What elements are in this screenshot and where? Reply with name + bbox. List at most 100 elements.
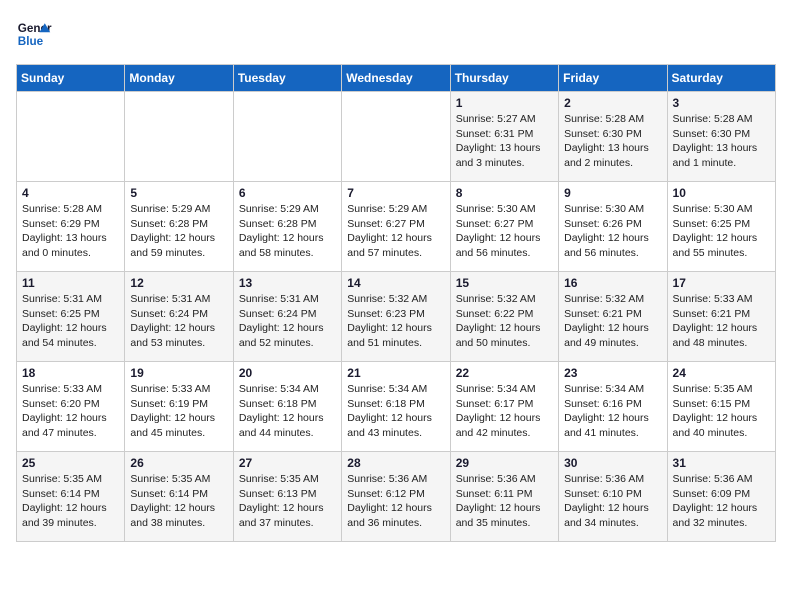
calendar-header-row: SundayMondayTuesdayWednesdayThursdayFrid… [17, 65, 776, 92]
day-number: 18 [22, 366, 119, 380]
day-number: 16 [564, 276, 661, 290]
day-info: Sunrise: 5:28 AMSunset: 6:29 PMDaylight:… [22, 202, 119, 261]
calendar-cell: 14Sunrise: 5:32 AMSunset: 6:23 PMDayligh… [342, 272, 450, 362]
calendar-cell: 8 Sunrise: 5:30 AMSunset: 6:27 PMDaylight… [450, 182, 558, 272]
calendar-table: SundayMondayTuesdayWednesdayThursdayFrid… [16, 64, 776, 542]
day-number: 30 [564, 456, 661, 470]
calendar-cell: 1Sunrise: 5:27 AMSunset: 6:31 PMDaylight… [450, 92, 558, 182]
day-number: 15 [456, 276, 553, 290]
day-info: Sunrise: 5:35 AMSunset: 6:13 PMDaylight:… [239, 472, 336, 531]
calendar-week-row: 25 Sunrise: 5:35 AMSunset: 6:14 PMDayligh… [17, 452, 776, 542]
day-info: Sunrise: 5:35 AMSunset: 6:15 PMDaylight:… [673, 382, 770, 441]
calendar-cell: 29 Sunrise: 5:36 AMSunset: 6:11 PMDayligh… [450, 452, 558, 542]
calendar-cell: 18Sunrise: 5:33 AMSunset: 6:20 PMDayligh… [17, 362, 125, 452]
day-number: 26 [130, 456, 227, 470]
day-info: Sunrise: 5:29 AMSunset: 6:28 PMDaylight:… [130, 202, 227, 261]
day-number: 29 [456, 456, 553, 470]
day-info: Sunrise: 5:36 AMSunset: 6:11 PMDaylight:… [456, 472, 553, 531]
calendar-cell: 22Sunrise: 5:34 AMSunset: 6:17 PMDayligh… [450, 362, 558, 452]
day-number: 27 [239, 456, 336, 470]
calendar-week-row: 4 Sunrise: 5:28 AMSunset: 6:29 PMDaylight… [17, 182, 776, 272]
calendar-cell: 12 Sunrise: 5:31 AMSunset: 6:24 PMDayligh… [125, 272, 233, 362]
day-of-week-header: Thursday [450, 65, 558, 92]
calendar-cell: 24 Sunrise: 5:35 AMSunset: 6:15 PMDayligh… [667, 362, 775, 452]
day-number: 11 [22, 276, 119, 290]
day-info: Sunrise: 5:31 AMSunset: 6:25 PMDaylight:… [22, 292, 119, 351]
calendar-cell: 13Sunrise: 5:31 AMSunset: 6:24 PMDayligh… [233, 272, 341, 362]
day-number: 3 [673, 96, 770, 110]
svg-text:Blue: Blue [18, 35, 44, 48]
calendar-cell [17, 92, 125, 182]
calendar-cell: 19 Sunrise: 5:33 AMSunset: 6:19 PMDayligh… [125, 362, 233, 452]
day-info: Sunrise: 5:36 AMSunset: 6:09 PMDaylight:… [673, 472, 770, 531]
calendar-cell: 23Sunrise: 5:34 AMSunset: 6:16 PMDayligh… [559, 362, 667, 452]
day-info: Sunrise: 5:32 AMSunset: 6:22 PMDaylight:… [456, 292, 553, 351]
day-number: 21 [347, 366, 444, 380]
day-number: 8 [456, 186, 553, 200]
day-number: 19 [130, 366, 227, 380]
calendar-cell: 2 Sunrise: 5:28 AMSunset: 6:30 PMDaylight… [559, 92, 667, 182]
calendar-cell: 26 Sunrise: 5:35 AMSunset: 6:14 PMDayligh… [125, 452, 233, 542]
day-info: Sunrise: 5:31 AMSunset: 6:24 PMDaylight:… [239, 292, 336, 351]
day-number: 23 [564, 366, 661, 380]
day-number: 22 [456, 366, 553, 380]
calendar-cell: 7 Sunrise: 5:29 AMSunset: 6:27 PMDaylight… [342, 182, 450, 272]
day-info: Sunrise: 5:36 AMSunset: 6:12 PMDaylight:… [347, 472, 444, 531]
calendar-cell [125, 92, 233, 182]
day-info: Sunrise: 5:30 AMSunset: 6:27 PMDaylight:… [456, 202, 553, 261]
day-number: 10 [673, 186, 770, 200]
day-info: Sunrise: 5:31 AMSunset: 6:24 PMDaylight:… [130, 292, 227, 351]
calendar-cell: 27 Sunrise: 5:35 AMSunset: 6:13 PMDayligh… [233, 452, 341, 542]
day-number: 17 [673, 276, 770, 290]
day-info: Sunrise: 5:33 AMSunset: 6:21 PMDaylight:… [673, 292, 770, 351]
day-number: 4 [22, 186, 119, 200]
day-number: 28 [347, 456, 444, 470]
day-of-week-header: Friday [559, 65, 667, 92]
day-number: 24 [673, 366, 770, 380]
calendar-cell: 25 Sunrise: 5:35 AMSunset: 6:14 PMDayligh… [17, 452, 125, 542]
day-info: Sunrise: 5:36 AMSunset: 6:10 PMDaylight:… [564, 472, 661, 531]
calendar-cell: 11 Sunrise: 5:31 AMSunset: 6:25 PMDayligh… [17, 272, 125, 362]
day-info: Sunrise: 5:34 AMSunset: 6:18 PMDaylight:… [239, 382, 336, 441]
calendar-cell: 3 Sunrise: 5:28 AMSunset: 6:30 PMDaylight… [667, 92, 775, 182]
day-number: 7 [347, 186, 444, 200]
day-number: 1 [456, 96, 553, 110]
calendar-cell: 20Sunrise: 5:34 AMSunset: 6:18 PMDayligh… [233, 362, 341, 452]
day-number: 12 [130, 276, 227, 290]
day-info: Sunrise: 5:35 AMSunset: 6:14 PMDaylight:… [130, 472, 227, 531]
day-number: 6 [239, 186, 336, 200]
calendar-cell: 16 Sunrise: 5:32 AMSunset: 6:21 PMDayligh… [559, 272, 667, 362]
day-info: Sunrise: 5:28 AMSunset: 6:30 PMDaylight:… [564, 112, 661, 171]
calendar-cell [233, 92, 341, 182]
calendar-cell: 21 Sunrise: 5:34 AMSunset: 6:18 PMDayligh… [342, 362, 450, 452]
day-info: Sunrise: 5:29 AMSunset: 6:27 PMDaylight:… [347, 202, 444, 261]
day-number: 31 [673, 456, 770, 470]
day-info: Sunrise: 5:28 AMSunset: 6:30 PMDaylight:… [673, 112, 770, 171]
calendar-week-row: 1Sunrise: 5:27 AMSunset: 6:31 PMDaylight… [17, 92, 776, 182]
day-number: 5 [130, 186, 227, 200]
day-info: Sunrise: 5:35 AMSunset: 6:14 PMDaylight:… [22, 472, 119, 531]
day-info: Sunrise: 5:30 AMSunset: 6:26 PMDaylight:… [564, 202, 661, 261]
day-info: Sunrise: 5:29 AMSunset: 6:28 PMDaylight:… [239, 202, 336, 261]
day-number: 14 [347, 276, 444, 290]
day-of-week-header: Saturday [667, 65, 775, 92]
calendar-week-row: 18Sunrise: 5:33 AMSunset: 6:20 PMDayligh… [17, 362, 776, 452]
day-of-week-header: Monday [125, 65, 233, 92]
calendar-cell: 9Sunrise: 5:30 AMSunset: 6:26 PMDaylight… [559, 182, 667, 272]
day-info: Sunrise: 5:32 AMSunset: 6:21 PMDaylight:… [564, 292, 661, 351]
calendar-cell: 17 Sunrise: 5:33 AMSunset: 6:21 PMDayligh… [667, 272, 775, 362]
day-info: Sunrise: 5:30 AMSunset: 6:25 PMDaylight:… [673, 202, 770, 261]
day-number: 2 [564, 96, 661, 110]
calendar-cell: 10 Sunrise: 5:30 AMSunset: 6:25 PMDayligh… [667, 182, 775, 272]
calendar-cell: 15 Sunrise: 5:32 AMSunset: 6:22 PMDayligh… [450, 272, 558, 362]
logo: General Blue [16, 16, 52, 52]
calendar-cell: 30 Sunrise: 5:36 AMSunset: 6:10 PMDayligh… [559, 452, 667, 542]
day-of-week-header: Tuesday [233, 65, 341, 92]
day-info: Sunrise: 5:34 AMSunset: 6:18 PMDaylight:… [347, 382, 444, 441]
calendar-cell: 4 Sunrise: 5:28 AMSunset: 6:29 PMDaylight… [17, 182, 125, 272]
calendar-cell [342, 92, 450, 182]
day-number: 25 [22, 456, 119, 470]
day-info: Sunrise: 5:33 AMSunset: 6:19 PMDaylight:… [130, 382, 227, 441]
logo-icon: General Blue [16, 16, 52, 52]
calendar-cell: 28 Sunrise: 5:36 AMSunset: 6:12 PMDayligh… [342, 452, 450, 542]
